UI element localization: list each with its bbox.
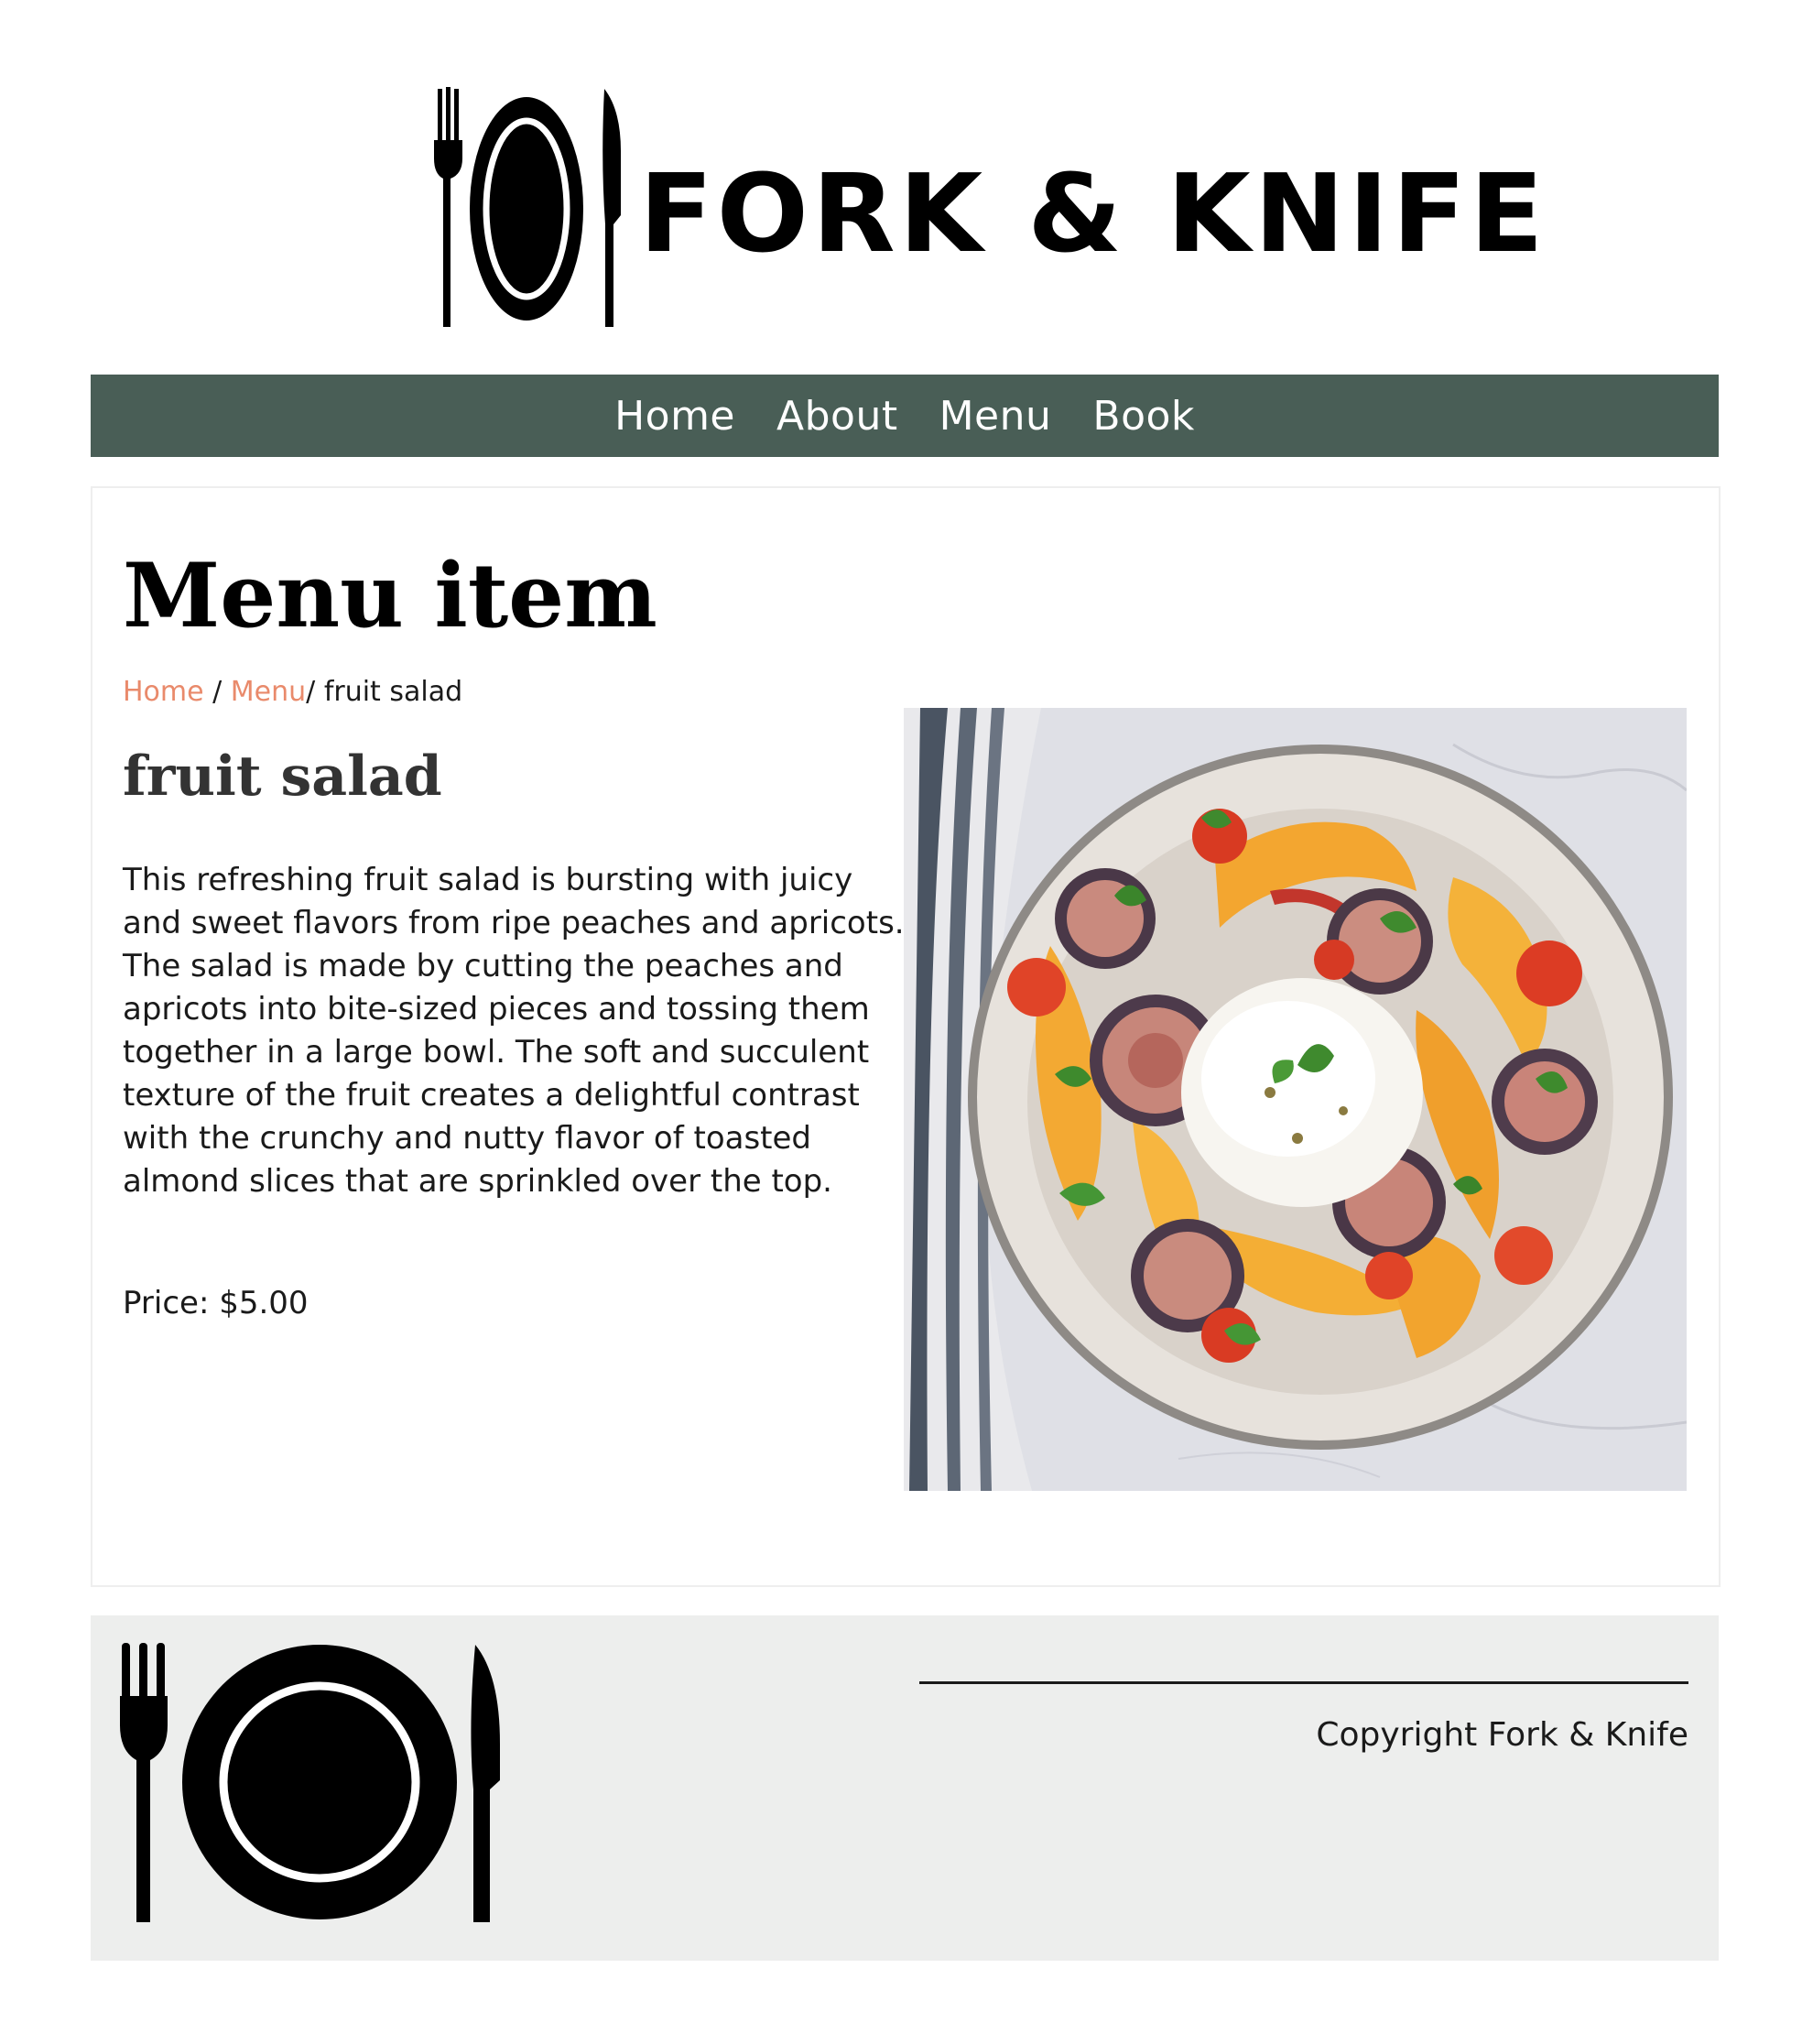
page-title: Menu item [123,544,657,647]
breadcrumb-separator: / [306,676,324,708]
breadcrumb-menu-link[interactable]: Menu [231,676,306,708]
nav-book[interactable]: Book [1092,393,1195,440]
nav-menu[interactable]: Menu [939,393,1052,440]
fruit-salad-photo [904,708,1687,1491]
fork-plate-knife-icon [434,87,621,327]
nav-about[interactable]: About [776,393,898,440]
nav-home[interactable]: Home [614,393,735,440]
fork-plate-knife-icon [120,1643,500,1922]
breadcrumb-current: fruit salad [323,676,463,708]
breadcrumb-separator: / [203,676,231,708]
item-description: This refreshing fruit salad is bursting … [123,862,905,1200]
breadcrumb: Home / Menu/ fruit salad [123,676,462,708]
logo-text: FORK & KNIFE [639,149,1547,277]
site-logo[interactable]: FORK & KNIFE [430,87,1544,330]
site-footer: Copyright Fork & Knife [91,1615,1719,1961]
menu-item-card: Menu item Home / Menu/ fruit salad fruit… [91,486,1721,1587]
breadcrumb-home-link[interactable]: Home [123,676,204,708]
copyright-text: Copyright Fork & Knife [1316,1716,1688,1754]
item-price: Price: $5.00 [123,1285,309,1321]
main-nav: Home About Menu Book [91,375,1719,457]
footer-divider [919,1681,1688,1684]
item-name: fruit salad [123,745,442,809]
